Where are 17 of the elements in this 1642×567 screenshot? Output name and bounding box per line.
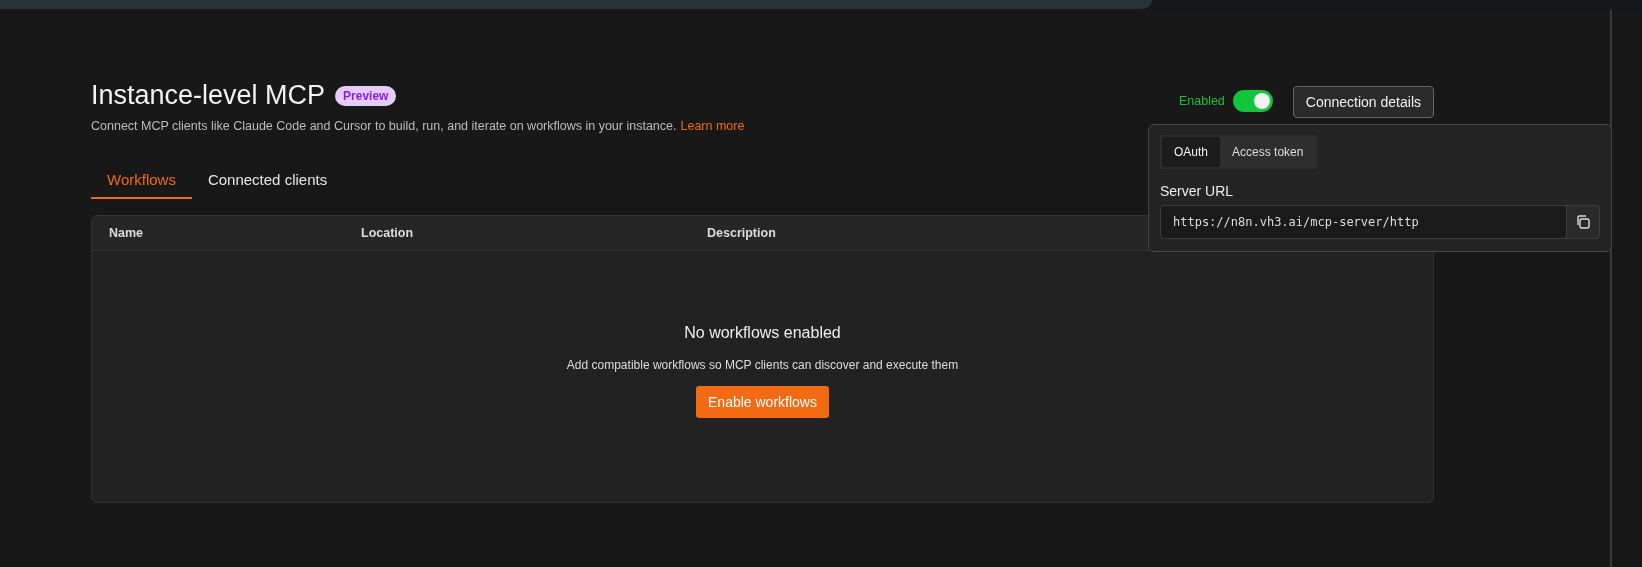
description-text: Connect MCP clients like Claude Code and Cursor to build, run, and iterate on workflows in your instance. [91, 119, 677, 133]
column-header: Location [361, 226, 415, 240]
connection-details-button[interactable]: Connection details [1292, 86, 1434, 118]
empty-state-title: No workflows enabled [684, 324, 841, 342]
page-title: Instance-level MCP [91, 80, 326, 111]
preview-badge: Preview [335, 85, 397, 106]
auth-tab[interactable]: OAuth [1162, 137, 1221, 167]
auth-tab[interactable]: Access token [1220, 137, 1316, 167]
page-tab[interactable]: Workflows [91, 165, 192, 199]
enabled-toggle[interactable] [1232, 90, 1273, 112]
column-header: Description [707, 226, 776, 240]
status-label: Enabled [1178, 94, 1225, 108]
field-label: Server URL [1160, 183, 1235, 199]
learn-more-link[interactable]: Learn more [680, 119, 745, 133]
empty-state-message: Add compatible workflows so MCP clients can discover and execute them [566, 358, 959, 372]
column-header: Name [108, 226, 145, 240]
page-tab[interactable]: Connected clients [191, 165, 344, 199]
